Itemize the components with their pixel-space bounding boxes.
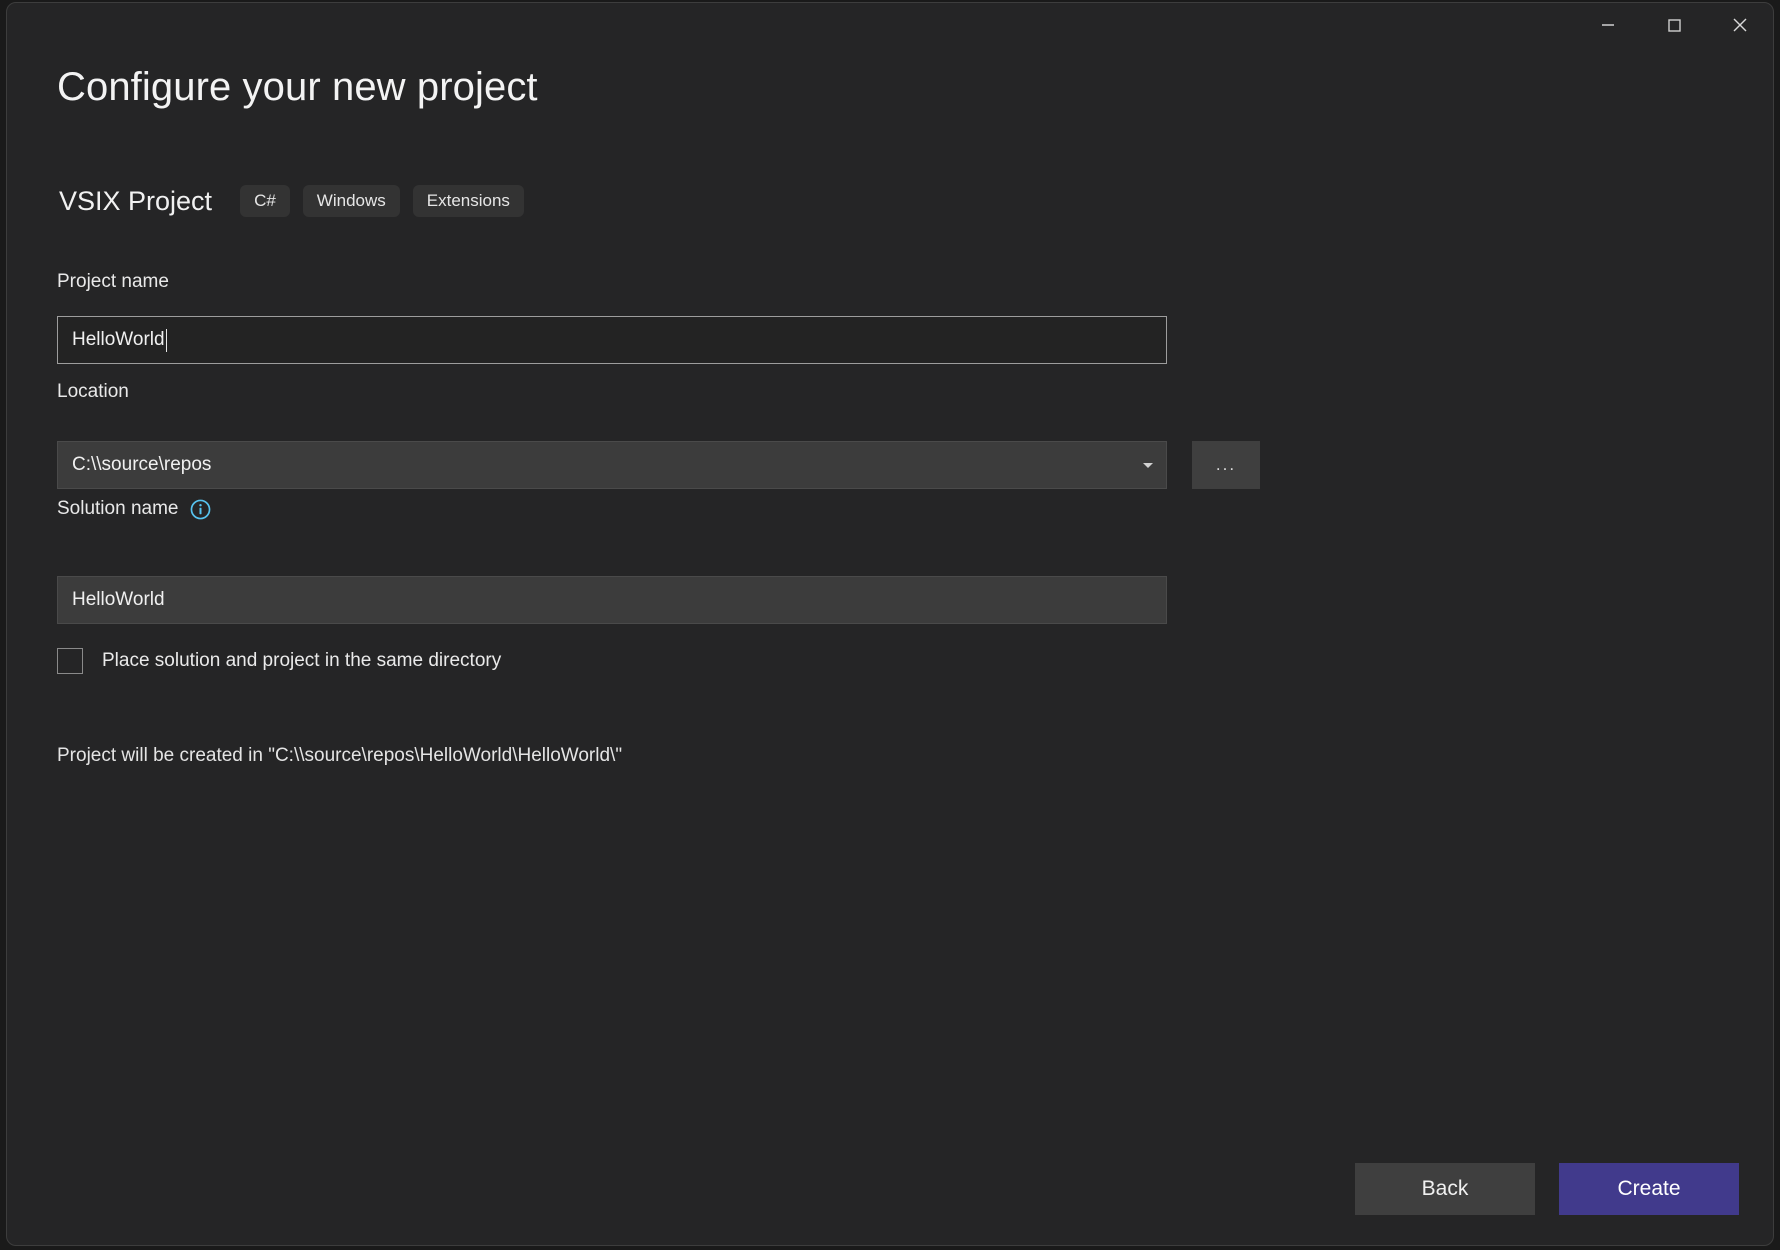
close-icon [1733,18,1747,32]
location-value: C:\\source\repos [72,454,212,475]
chevron-down-icon[interactable] [1140,457,1156,473]
tag-platform: Windows [302,185,400,217]
project-name-label: Project name [57,271,169,292]
back-button[interactable]: Back [1355,1163,1535,1215]
maximize-button[interactable] [1641,3,1707,47]
tag-category: Extensions [412,185,524,217]
minimize-icon [1602,24,1614,26]
info-icon[interactable] [190,499,211,520]
same-directory-checkbox[interactable] [57,648,83,674]
same-directory-label: Place solution and project in the same d… [102,650,502,671]
page-title: Configure your new project [57,65,538,109]
close-button[interactable] [1707,3,1773,47]
solution-name-input[interactable]: HelloWorld [57,576,1167,624]
minimize-button[interactable] [1575,3,1641,47]
text-caret [165,328,168,352]
create-button[interactable]: Create [1559,1163,1739,1215]
tag-language: C# [240,185,290,217]
solution-name-value: HelloWorld [72,589,165,610]
dialog-footer: Back Create [1355,1163,1739,1215]
location-label: Location [57,381,129,402]
maximize-icon [1668,19,1681,32]
location-combobox[interactable]: C:\\source\repos [57,441,1167,489]
browse-location-button[interactable]: ... [1192,441,1260,489]
creation-path-status: Project will be created in "C:\\source\r… [57,745,623,766]
configure-project-dialog: Configure your new project VSIX Project … [6,2,1774,1246]
solution-name-label-row: Solution name [57,498,211,520]
project-name-input[interactable]: HelloWorld [57,316,1167,364]
template-info-row: VSIX Project C# Windows Extensions [59,181,537,221]
template-name: VSIX Project [59,185,213,216]
same-directory-row[interactable]: Place solution and project in the same d… [57,648,501,674]
solution-name-label: Solution name [57,498,179,519]
title-bar [7,3,1773,55]
project-name-value: HelloWorld [72,329,165,350]
